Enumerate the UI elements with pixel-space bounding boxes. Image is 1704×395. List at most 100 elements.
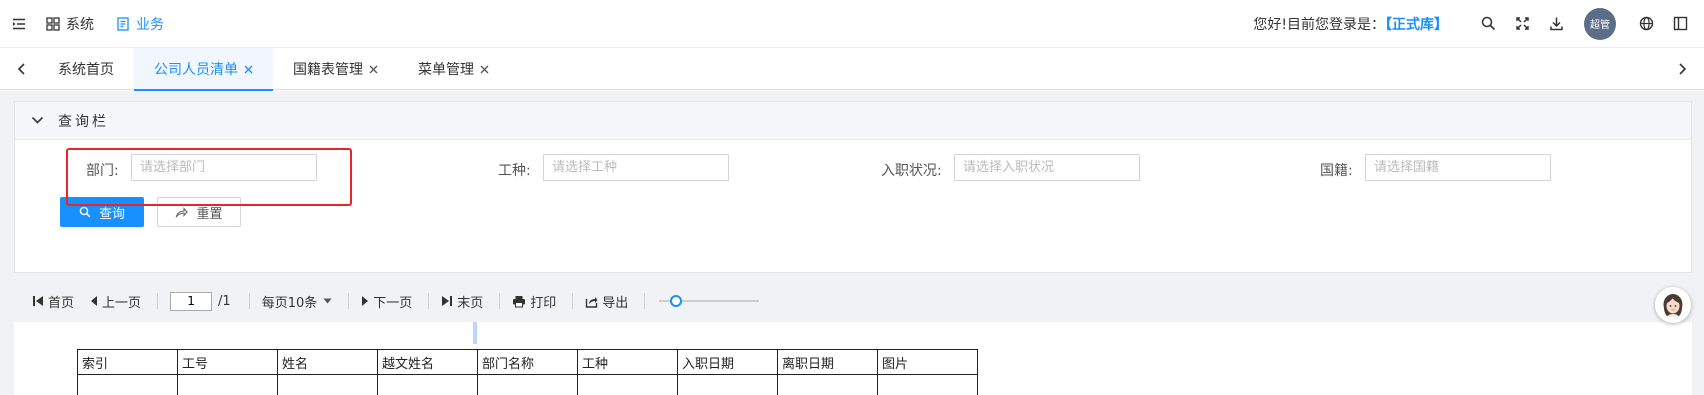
document-icon bbox=[116, 16, 130, 31]
search-icon[interactable] bbox=[1480, 16, 1496, 32]
avatar[interactable]: 超管 bbox=[1584, 7, 1616, 40]
staff-report-table: 索引 工号 姓名 越文姓名 部门名称 工种 入职日期 离职日期 图片 bbox=[77, 349, 978, 395]
employment-status-label: 入职状况: bbox=[881, 163, 942, 179]
toolbar-divider bbox=[572, 293, 574, 309]
column-header: 工种 bbox=[577, 349, 678, 375]
tab-nationality[interactable]: 国籍表管理 bbox=[273, 48, 398, 90]
zoom-slider-thumb[interactable] bbox=[670, 295, 683, 307]
nav-system[interactable]: 系统 bbox=[46, 14, 94, 34]
column-header: 图片 bbox=[877, 349, 978, 375]
table-cell bbox=[477, 374, 578, 395]
close-icon[interactable] bbox=[369, 65, 378, 74]
layout-icon[interactable] bbox=[1672, 16, 1688, 32]
last-page-button[interactable]: 末页 bbox=[441, 292, 483, 311]
search-icon bbox=[79, 206, 91, 218]
tab-label: 公司人员清单 bbox=[154, 62, 238, 78]
print-button[interactable]: 打印 bbox=[512, 292, 556, 311]
login-status: 您好!目前您登录是：【正式库】 bbox=[1253, 14, 1448, 34]
column-header: 越文姓名 bbox=[377, 349, 478, 375]
table-cell bbox=[377, 374, 478, 395]
tab-staff-list[interactable]: 公司人员清单 bbox=[134, 48, 273, 91]
tab-label: 系统首页 bbox=[58, 62, 114, 78]
report-preview: 索引 工号 姓名 越文姓名 部门名称 工种 入职日期 离职日期 图片 bbox=[14, 322, 1692, 395]
table-cell bbox=[77, 374, 178, 395]
toolbar-divider bbox=[248, 293, 250, 309]
nav-business-label: 业务 bbox=[136, 16, 164, 33]
prev-page-label: 上一页 bbox=[102, 295, 142, 311]
nav-system-label: 系统 bbox=[66, 16, 94, 33]
prev-page-button[interactable]: 上一页 bbox=[90, 292, 141, 311]
next-page-label: 下一页 bbox=[373, 295, 413, 311]
page-body: 查询栏 部门: 工种: 入职状况: 国籍: 查询 重置 bbox=[0, 91, 1704, 395]
close-icon[interactable] bbox=[244, 65, 253, 74]
tab-scroll-left-icon[interactable] bbox=[6, 48, 38, 90]
last-page-label: 末页 bbox=[457, 295, 484, 311]
nav-business[interactable]: 业务 bbox=[116, 14, 164, 34]
toolbar-divider bbox=[348, 293, 350, 309]
next-page-button[interactable]: 下一页 bbox=[361, 292, 412, 311]
assistant-avatar[interactable] bbox=[1655, 287, 1691, 323]
report-toolbar: 首页 上一页 /1 每页10条 下一页 bbox=[14, 285, 1692, 317]
next-page-icon bbox=[361, 295, 369, 307]
table-cell bbox=[277, 374, 378, 395]
tab-scroll-right-icon[interactable] bbox=[1666, 48, 1698, 90]
toolbar-divider bbox=[428, 293, 430, 309]
highlight-box bbox=[66, 148, 352, 206]
column-header: 离职日期 bbox=[777, 349, 878, 375]
toolbar-divider bbox=[499, 293, 501, 309]
print-label: 打印 bbox=[530, 295, 557, 311]
page-number-input[interactable] bbox=[170, 291, 213, 311]
job-type-select[interactable] bbox=[543, 154, 729, 181]
header-left: 系统 业务 bbox=[0, 0, 186, 47]
last-page-icon bbox=[441, 295, 453, 307]
prev-page-icon bbox=[90, 295, 98, 307]
nationality-label: 国籍: bbox=[1320, 163, 1353, 179]
job-type-label: 工种: bbox=[498, 163, 531, 179]
top-header: 系统 业务 您好!目前您登录是：【正式库】 超管 bbox=[0, 0, 1704, 48]
tab-label: 菜单管理 bbox=[418, 62, 474, 78]
table-cell bbox=[177, 374, 278, 395]
column-header: 工号 bbox=[177, 349, 278, 375]
page-size-select[interactable]: 每页10条 bbox=[262, 292, 333, 311]
column-header: 部门名称 bbox=[477, 349, 578, 375]
employment-status-select[interactable] bbox=[954, 154, 1140, 181]
table-cell bbox=[577, 374, 678, 395]
first-page-label: 首页 bbox=[48, 295, 75, 311]
printer-icon bbox=[512, 295, 526, 308]
tab-label: 国籍表管理 bbox=[293, 62, 363, 78]
header-right: 您好!目前您登录是：【正式库】 超管 bbox=[1253, 0, 1704, 47]
menu-toggle-icon[interactable] bbox=[12, 17, 26, 31]
fullscreen-icon[interactable] bbox=[1514, 16, 1530, 32]
toolbar-divider bbox=[644, 293, 646, 309]
query-panel-title: 查询栏 bbox=[58, 113, 109, 130]
query-panel-header[interactable]: 查询栏 bbox=[15, 102, 1691, 140]
export-icon bbox=[585, 295, 598, 308]
table-header-row: 索引 工号 姓名 越文姓名 部门名称 工种 入职日期 离职日期 图片 bbox=[77, 349, 978, 375]
nationality-select[interactable] bbox=[1365, 154, 1551, 181]
first-page-icon bbox=[32, 295, 44, 307]
toolbar-divider bbox=[157, 293, 159, 309]
share-icon bbox=[175, 206, 189, 218]
table-row bbox=[77, 374, 978, 395]
table-cell bbox=[877, 374, 978, 395]
database-badge: 【正式库】 bbox=[1385, 16, 1448, 33]
chevron-down-icon[interactable] bbox=[31, 116, 44, 125]
table-cell bbox=[677, 374, 778, 395]
grid-icon bbox=[46, 16, 60, 31]
tab-menu[interactable]: 菜单管理 bbox=[398, 48, 509, 90]
export-label: 导出 bbox=[602, 295, 629, 311]
tabs: 系统首页 公司人员清单 国籍表管理 菜单管理 bbox=[38, 48, 509, 91]
column-header: 入职日期 bbox=[677, 349, 778, 375]
zoom-slider[interactable] bbox=[659, 294, 760, 308]
page-size-label: 每页10条 bbox=[261, 295, 318, 311]
first-page-button[interactable]: 首页 bbox=[32, 292, 74, 311]
column-header: 索引 bbox=[77, 349, 178, 375]
export-button[interactable]: 导出 bbox=[585, 292, 628, 311]
download-icon[interactable] bbox=[1548, 16, 1564, 32]
globe-icon[interactable] bbox=[1638, 16, 1654, 32]
tab-home[interactable]: 系统首页 bbox=[38, 48, 134, 90]
greeting-text: 您好!目前您登录是： bbox=[1253, 16, 1385, 33]
close-icon[interactable] bbox=[480, 65, 489, 74]
table-cell bbox=[777, 374, 878, 395]
report-column-marker bbox=[473, 322, 477, 344]
